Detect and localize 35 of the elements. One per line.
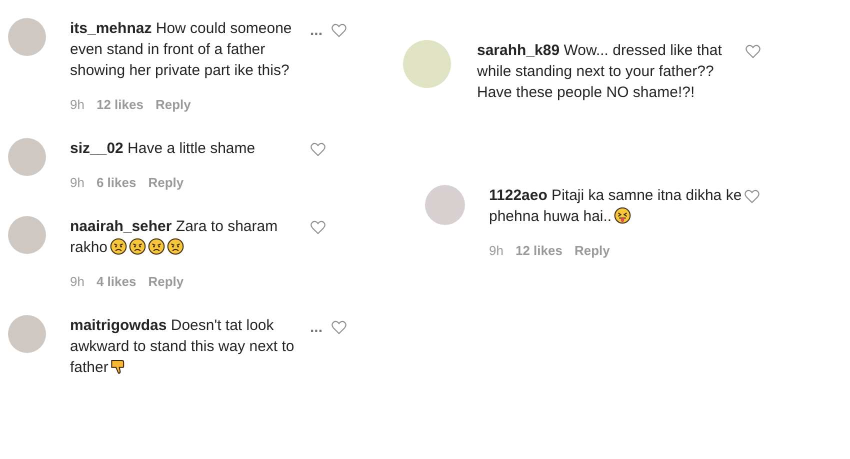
avatar[interactable] <box>8 18 46 56</box>
heart-icon[interactable] <box>330 23 347 38</box>
angry-face-icon <box>128 238 146 255</box>
heart-icon[interactable] <box>330 320 347 335</box>
comment-text: 1122aeo Pitaji ka samne itna dikha ke phehna huwa hai.. <box>489 186 743 227</box>
angry-face-icon <box>166 238 184 255</box>
heart-icon[interactable] <box>310 142 326 157</box>
more-text[interactable]: ... <box>310 22 323 39</box>
likes-link[interactable]: 12 likes <box>515 243 562 258</box>
avatar[interactable] <box>8 216 46 254</box>
comment-text: sarahh_k89 Wow... dressed like that while standing next to your father?? Have these people NO shame!?! <box>477 41 723 103</box>
heart-icon[interactable] <box>745 44 761 59</box>
reply-link[interactable]: Reply <box>574 243 610 258</box>
heart-icon[interactable] <box>310 220 326 235</box>
comment-time: 9h <box>489 243 504 258</box>
reply-link[interactable]: Reply <box>148 274 184 289</box>
comment-text: siz__02 Have a little shame <box>70 139 256 159</box>
avatar[interactable] <box>8 138 46 176</box>
likes-link[interactable]: 4 likes <box>96 274 136 289</box>
comment-text: maitrigowdas Doesn't tat look awkward to stand this way next to father <box>70 316 296 378</box>
angry-face-icon <box>148 238 165 255</box>
comment-text: its_mehnaz How could someone even stand in front of a father showing her private part ike this? <box>70 19 293 81</box>
likes-link[interactable]: 6 likes <box>96 175 136 190</box>
comment-time: 9h <box>70 274 84 289</box>
heart-icon[interactable] <box>744 189 760 204</box>
comment-time: 9h <box>70 175 84 190</box>
reply-link[interactable]: Reply <box>155 97 191 112</box>
comment-text: naairah_seher Zara to sharam rakho <box>70 217 279 258</box>
comment-time: 9h <box>70 97 84 112</box>
more-text[interactable]: ... <box>310 319 323 336</box>
angry-face-icon <box>110 238 127 255</box>
tongue-face-icon <box>614 207 631 224</box>
likes-link[interactable]: 12 likes <box>96 97 144 112</box>
avatar[interactable] <box>8 315 46 353</box>
reply-link[interactable]: Reply <box>148 175 184 190</box>
